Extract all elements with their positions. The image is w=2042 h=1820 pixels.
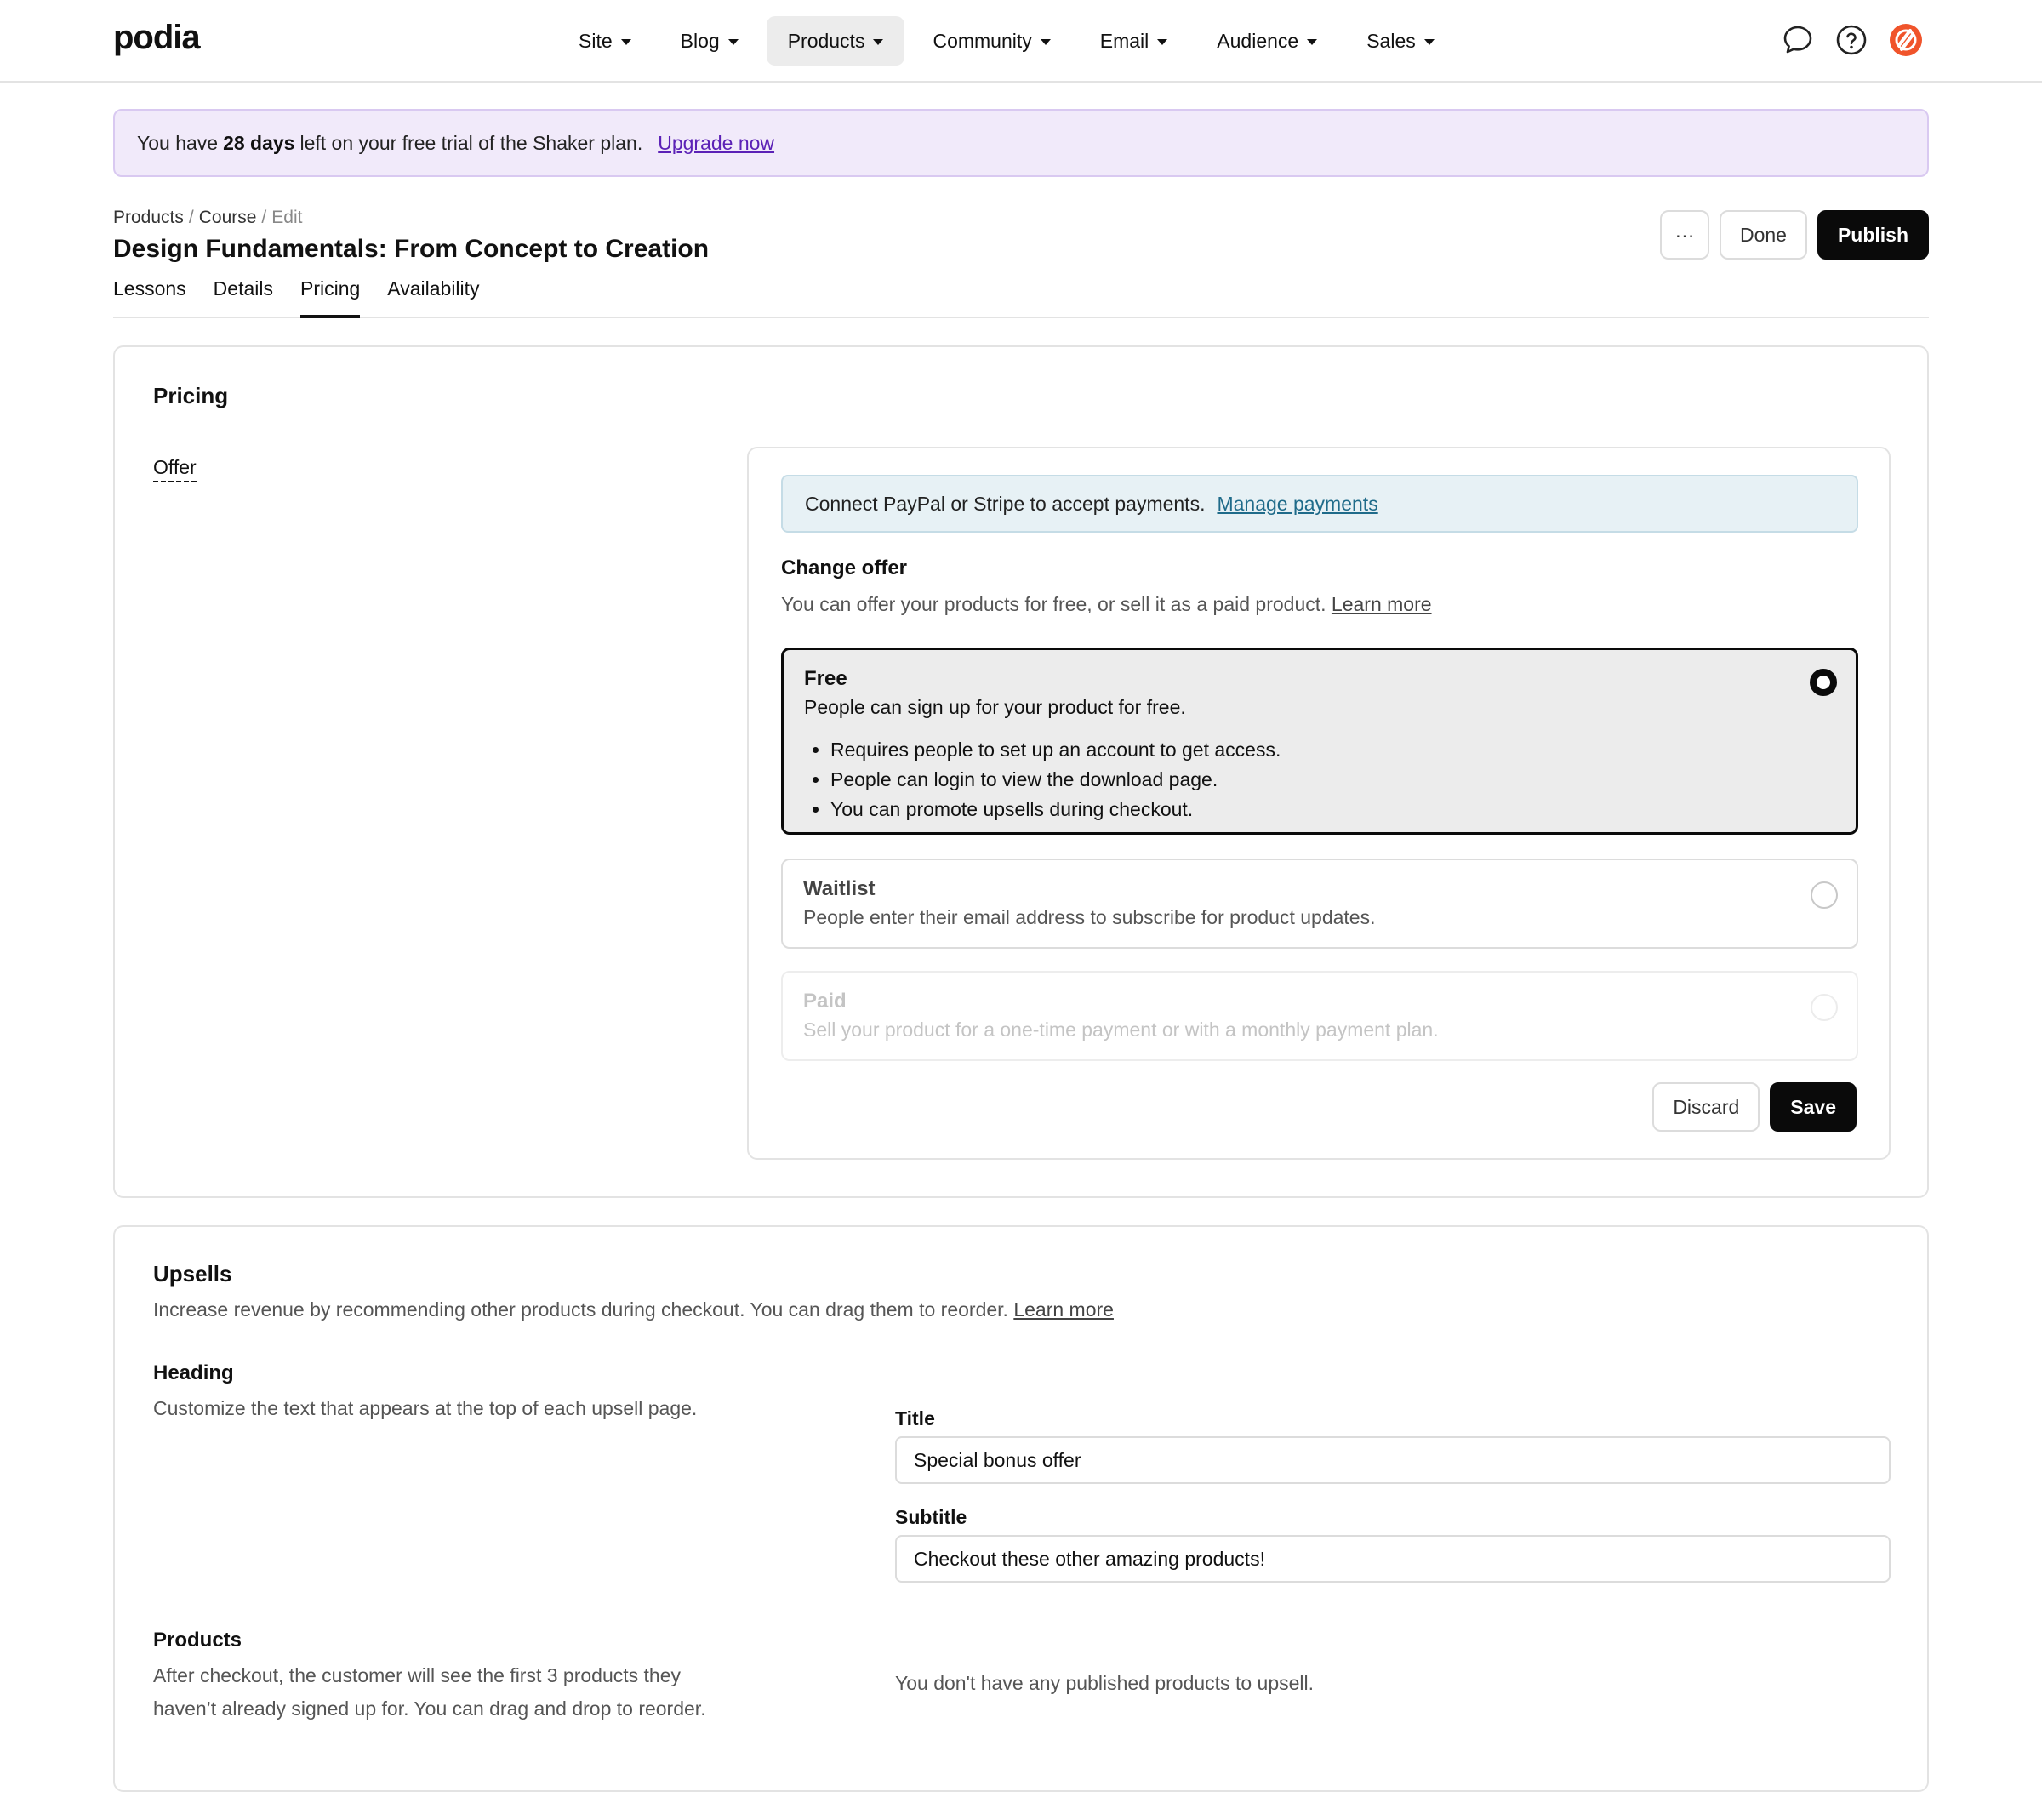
list-item: You can promote upsells during checkout. [830, 795, 1281, 824]
trial-banner: You have 28 days left on your free trial… [113, 109, 1929, 177]
offer-panel: Connect PayPal or Stripe to accept payme… [747, 447, 1891, 1160]
nav-audience-label: Audience [1217, 29, 1299, 52]
nav-blog[interactable]: Blog [659, 16, 760, 66]
upgrade-now-link[interactable]: Upgrade now [658, 132, 774, 155]
chat-bubble-icon[interactable] [1782, 24, 1814, 56]
trial-days: 28 days [223, 131, 295, 154]
upsells-desc-text: Increase revenue by recommending other p… [153, 1298, 1008, 1321]
pricing-title: Pricing [153, 383, 229, 408]
learn-more-link[interactable]: Learn more [1332, 593, 1432, 615]
heading-section-desc: Customize the text that appears at the t… [153, 1397, 698, 1419]
breadcrumb-edit: Edit [271, 208, 303, 227]
caret-down-icon [1307, 38, 1318, 45]
offer-option-waitlist[interactable]: Waitlist People enter their email addres… [781, 859, 1858, 949]
user-avatar-icon[interactable] [1889, 23, 1923, 57]
offer-free-bullets: Requires people to set up an account to … [830, 735, 1281, 824]
caret-down-icon [1423, 38, 1435, 45]
nav-site-label: Site [579, 29, 613, 52]
top-navbar: podia Site Blog Products Community Email… [0, 0, 2042, 83]
tab-availability[interactable]: Availability [387, 272, 479, 318]
offer-waitlist-desc: People enter their email address to subs… [803, 906, 1376, 928]
breadcrumb: Products / Course / Edit [113, 208, 302, 228]
heading-section-title: Heading [153, 1361, 234, 1384]
upsells-title: Upsells [153, 1261, 232, 1287]
products-section-desc: After checkout, the customer will see th… [153, 1664, 706, 1720]
nav-audience[interactable]: Audience [1195, 16, 1338, 66]
radio-unselected[interactable] [1811, 881, 1838, 909]
caret-down-icon [620, 38, 631, 45]
nav-blog-label: Blog [680, 29, 720, 52]
breadcrumb-products[interactable]: Products [113, 208, 184, 228]
offer-free-desc: People can sign up for your product for … [804, 696, 1186, 718]
subtitle-field-label: Subtitle [895, 1506, 967, 1528]
offer-actions: Discard Save [1652, 1082, 1857, 1132]
trial-text-prefix: You have [137, 131, 219, 154]
change-offer-title: Change offer [781, 556, 908, 579]
tab-pricing[interactable]: Pricing [299, 272, 361, 318]
radio-selected[interactable] [1810, 669, 1837, 696]
list-item: Requires people to set up an account to … [830, 735, 1281, 765]
manage-payments-link[interactable]: Manage payments [1217, 493, 1377, 516]
nav-email-label: Email [1099, 29, 1149, 52]
pricing-card: Pricing Offer Connect PayPal or Stripe t… [113, 345, 1929, 1198]
products-section-title: Products [153, 1629, 242, 1652]
publish-button[interactable]: Publish [1817, 210, 1929, 260]
nav-sales-label: Sales [1366, 29, 1416, 52]
subtitle-input[interactable] [895, 1535, 1891, 1583]
payment-notice: Connect PayPal or Stripe to accept payme… [781, 475, 1858, 533]
header-actions: ··· Done Publish [1659, 210, 1929, 260]
breadcrumb-separator: / [188, 208, 194, 227]
done-button[interactable]: Done [1719, 210, 1807, 260]
title-input[interactable] [895, 1436, 1891, 1484]
change-offer-desc: You can offer your products for free, or… [781, 593, 1432, 616]
product-tabs: Lessons Details Pricing Availability [113, 272, 1929, 318]
main-nav: Site Blog Products Community Email Audie… [557, 16, 1456, 66]
top-icons [1782, 23, 1923, 57]
title-field-label: Title [895, 1407, 935, 1429]
offer-option-paid: Paid Sell your product for a one-time pa… [781, 971, 1858, 1061]
offer-option-free[interactable]: Free People can sign up for your product… [781, 648, 1858, 835]
payment-notice-text: Connect PayPal or Stripe to accept payme… [805, 492, 1206, 515]
offer-waitlist-title: Waitlist [803, 877, 876, 900]
breadcrumb-separator: / [261, 208, 267, 227]
caret-down-icon [873, 38, 884, 45]
nav-sales[interactable]: Sales [1345, 16, 1456, 66]
trial-text-suffix: left on your free trial of the Shaker pl… [299, 131, 643, 154]
offer-paid-desc: Sell your product for a one-time payment… [803, 1018, 1439, 1041]
tab-lessons[interactable]: Lessons [113, 272, 186, 318]
offer-free-title: Free [804, 667, 847, 690]
caret-down-icon [1040, 38, 1051, 45]
nav-email[interactable]: Email [1079, 16, 1189, 66]
offer-paid-title: Paid [803, 990, 847, 1013]
list-item: People can login to view the download pa… [830, 765, 1281, 795]
save-button[interactable]: Save [1770, 1082, 1857, 1132]
change-offer-desc-text: You can offer your products for free, or… [781, 593, 1326, 615]
nav-community[interactable]: Community [911, 16, 1071, 66]
tab-details[interactable]: Details [214, 272, 273, 318]
upsells-card: Upsells Increase revenue by recommending… [113, 1225, 1929, 1792]
page-title: Design Fundamentals: From Concept to Cre… [113, 235, 710, 263]
discard-button[interactable]: Discard [1652, 1082, 1760, 1132]
nav-products[interactable]: Products [766, 16, 905, 66]
caret-down-icon [727, 38, 739, 45]
more-options-button[interactable]: ··· [1659, 210, 1709, 260]
breadcrumb-course[interactable]: Course [199, 208, 257, 228]
help-circle-icon[interactable] [1835, 24, 1868, 56]
podia-logo[interactable]: podia [113, 19, 201, 57]
nav-community-label: Community [933, 29, 1032, 52]
caret-down-icon [1157, 38, 1168, 45]
nav-products-label: Products [787, 29, 865, 52]
upsells-learn-more-link[interactable]: Learn more [1013, 1298, 1114, 1321]
offer-label: Offer [153, 456, 197, 482]
nav-site[interactable]: Site [557, 16, 653, 66]
no-products-message: You don't have any published products to… [895, 1672, 1315, 1694]
radio-disabled [1811, 994, 1838, 1021]
upsells-desc: Increase revenue by recommending other p… [153, 1298, 1114, 1321]
